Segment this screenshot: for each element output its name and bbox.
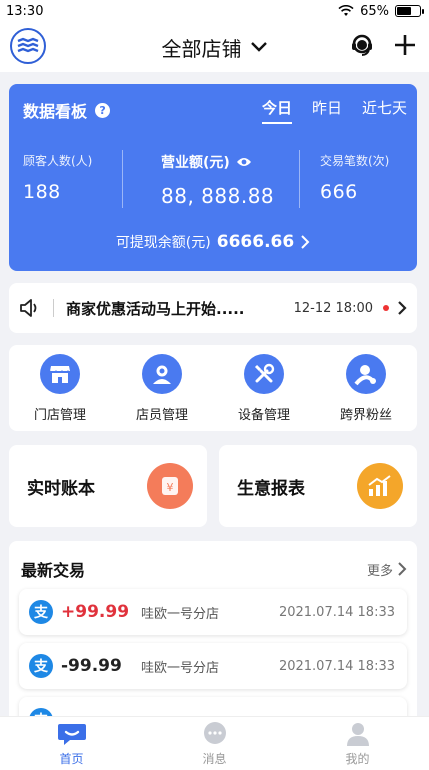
transaction-row[interactable]: 支 -99.99 哇欧一号分店 2021.07.14 18:33 [19, 643, 407, 689]
alipay-icon: 支 [29, 600, 53, 624]
transaction-store: 哇欧一号分店 [141, 606, 220, 622]
transaction-date: 2021.07.14 18:33 [278, 658, 395, 674]
metric-transactions: 交易笔数(次) 666 [320, 152, 389, 203]
recent-transactions: 最新交易 更多 支 +99.99 哇欧一号分店 2021.07.14 18:33… [9, 541, 417, 743]
battery-percent: 65% [360, 3, 389, 19]
notice-text: 商家优惠活动马上开始..... [66, 299, 245, 318]
metric-label: 营业额(元) [161, 155, 230, 171]
staff-icon [142, 353, 182, 394]
brand-logo[interactable] [10, 28, 46, 64]
metric-value: 666 [320, 181, 358, 203]
message-icon [203, 721, 226, 744]
chevron-right-icon [398, 562, 407, 576]
customer-service-icon[interactable] [349, 32, 375, 58]
balance-label: 可提现余额(元) [115, 235, 211, 251]
action-cross-fans[interactable]: 跨界粉丝 [321, 353, 411, 423]
nav-label: 消息 [202, 751, 227, 766]
transaction-amount: -99.99 [61, 656, 122, 676]
ledger-icon: ¥ [147, 463, 193, 509]
metric-label: 交易笔数(次) [320, 154, 390, 168]
report-chart-icon [357, 463, 403, 509]
notice-time: 12-12 18:00 [293, 300, 373, 316]
action-store-management[interactable]: 门店管理 [15, 353, 105, 423]
dashboard-title-text: 数据看板 [23, 102, 88, 121]
transaction-row[interactable]: 支 +99.99 哇欧一号分店 2021.07.14 18:33 [19, 589, 407, 635]
metric-revenue: 营业额(元) 88, 888.88 [161, 152, 274, 208]
tools-icon [244, 353, 284, 394]
store-icon [40, 353, 80, 394]
unread-dot [383, 305, 389, 311]
wifi-icon [338, 5, 354, 16]
card-label: 实时账本 [27, 478, 95, 499]
status-time: 13:30 [6, 3, 44, 19]
svg-text:¥: ¥ [167, 481, 174, 494]
notice-bar[interactable]: 商家优惠活动马上开始..... 12-12 18:00 [9, 283, 417, 333]
card-label: 生意报表 [237, 478, 305, 499]
nav-profile[interactable]: 我的 [318, 721, 398, 767]
chevron-down-icon [250, 42, 267, 52]
divider [122, 150, 123, 208]
nav-messages[interactable]: 消息 [175, 721, 255, 767]
chevron-right-icon [398, 301, 407, 315]
more-label: 更多 [366, 563, 393, 579]
chevron-right-icon [301, 235, 310, 249]
action-label: 店员管理 [135, 407, 188, 423]
transaction-date: 2021.07.14 18:33 [278, 604, 395, 620]
balance-value: 6666.66 [216, 232, 295, 252]
app-header: 全部店铺 [0, 22, 429, 72]
quick-actions: 门店管理 店员管理 设备管理 跨界粉丝 [9, 345, 417, 431]
store-selector[interactable]: 全部店铺 [162, 33, 268, 62]
dashboard-card: 数据看板 ? 今日 昨日 近七天 顾客人数(人) 188 营业额(元) 88, … [9, 84, 417, 271]
metric-label-row: 营业额(元) [161, 152, 274, 172]
card-business-report[interactable]: 生意报表 [219, 445, 417, 527]
fans-icon [346, 353, 386, 394]
divider [299, 150, 300, 208]
plus-icon[interactable] [393, 33, 417, 57]
store-title: 全部店铺 [161, 36, 242, 61]
tab-today[interactable]: 今日 [261, 97, 292, 124]
action-device-management[interactable]: 设备管理 [219, 353, 309, 423]
metric-value: 88, 888.88 [161, 184, 275, 208]
action-label: 设备管理 [237, 407, 290, 423]
battery-icon [395, 5, 424, 17]
metric-value: 188 [23, 181, 61, 203]
alipay-icon: 支 [29, 654, 53, 678]
tab-yesterday[interactable]: 昨日 [312, 97, 342, 124]
nav-label: 我的 [345, 751, 370, 766]
action-label: 门店管理 [33, 407, 86, 423]
bottom-nav: 首页 消息 我的 [0, 716, 429, 770]
nav-home[interactable]: 首页 [32, 721, 112, 767]
transaction-amount: +99.99 [61, 602, 130, 622]
dashboard-title: 数据看板 ? [23, 98, 111, 122]
metric-customers: 顾客人数(人) 188 [23, 152, 92, 203]
card-realtime-ledger[interactable]: 实时账本 ¥ [9, 445, 207, 527]
action-staff-management[interactable]: 店员管理 [117, 353, 207, 423]
speaker-icon [20, 299, 37, 317]
more-link[interactable]: 更多 [367, 560, 407, 579]
eye-icon[interactable] [236, 156, 252, 168]
tab-last-seven-days[interactable]: 近七天 [362, 97, 407, 124]
status-bar: 13:30 65% [0, 0, 429, 22]
dashboard-tabs: 今日 昨日 近七天 [261, 97, 407, 124]
profile-icon [346, 722, 369, 746]
nav-label: 首页 [59, 751, 84, 766]
metric-label: 顾客人数(人) [23, 154, 93, 168]
home-chat-icon [57, 723, 86, 745]
transaction-store: 哇欧一号分店 [141, 660, 220, 676]
action-label: 跨界粉丝 [339, 407, 392, 423]
help-icon[interactable]: ? [95, 102, 111, 118]
section-title: 最新交易 [21, 561, 86, 580]
withdrawable-balance[interactable]: 可提现余额(元) 6666.66 [9, 232, 417, 252]
notice-separator [53, 299, 54, 317]
